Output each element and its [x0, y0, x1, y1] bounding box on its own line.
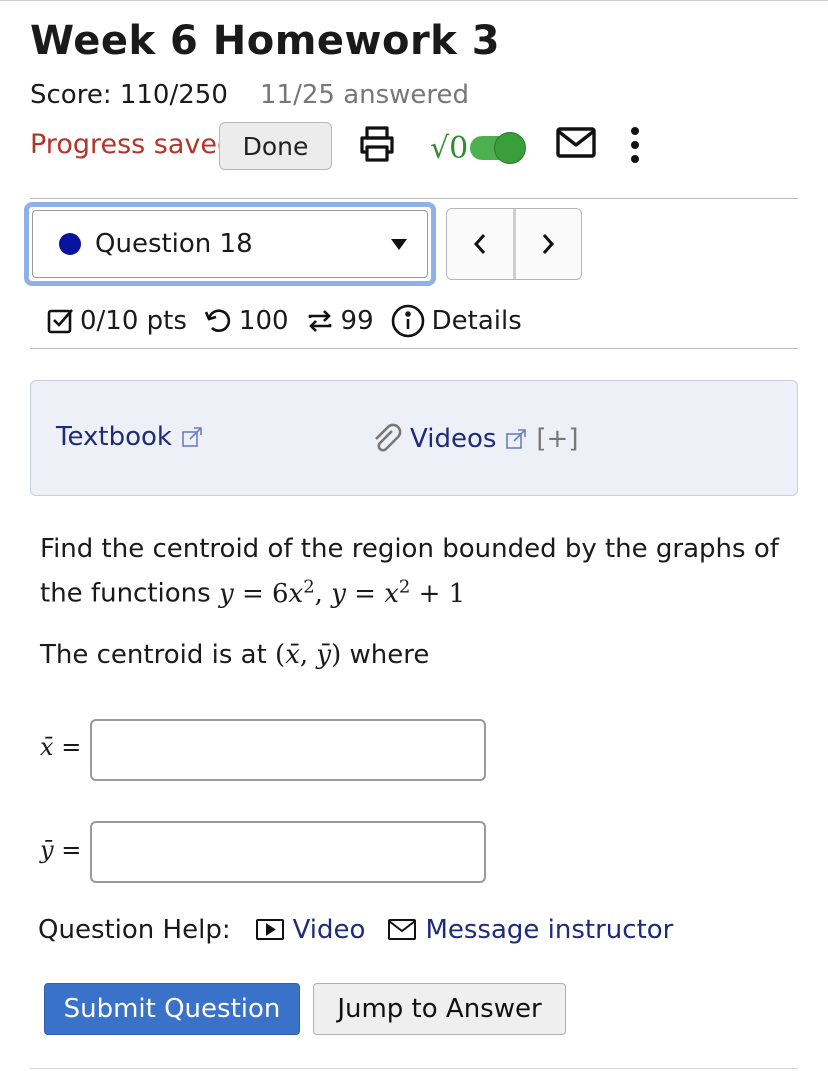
toggle-switch[interactable] [470, 132, 527, 164]
jump-to-answer-button[interactable]: Jump to Answer [313, 983, 566, 1035]
divider [30, 198, 798, 199]
external-link-icon [506, 429, 527, 449]
done-button[interactable]: Done [219, 122, 332, 170]
undo-icon [204, 309, 231, 333]
answered-count: 11/25 answered [260, 80, 470, 110]
retries-count: 100 [238, 306, 289, 336]
checkbox-icon [47, 309, 73, 334]
submit-question-button[interactable]: Submit Question [44, 983, 300, 1035]
divider [30, 348, 798, 349]
sqrt-icon: √0 [430, 130, 469, 166]
xbar-label: x̄ = [40, 733, 82, 761]
repeat-icon [308, 310, 331, 332]
caret-down-icon [391, 238, 407, 250]
expand-toggle[interactable]: [+] [536, 424, 578, 454]
points-text: 0/10 pts [80, 306, 187, 336]
question-meta: 0/10 pts 100 99 Details [46, 300, 538, 342]
details-link[interactable]: Details [390, 303, 522, 339]
paperclip-icon [375, 423, 402, 452]
bottom-divider [30, 1068, 798, 1069]
progress-status: Progress saved [30, 129, 235, 160]
attempts-count: 99 [340, 306, 374, 336]
video-help-link[interactable]: Video [255, 915, 365, 945]
centroid-coordinates: (x̄, ȳ) [275, 640, 342, 670]
question-help: Question Help: Video Message instructor [38, 910, 695, 950]
attempts-item: 99 [305, 306, 374, 336]
math-entry-toggle[interactable]: √0 [430, 124, 534, 172]
mail-icon[interactable] [555, 125, 597, 161]
points-item: 0/10 pts [46, 306, 187, 336]
print-icon[interactable] [357, 124, 397, 164]
next-question-button[interactable] [515, 209, 581, 279]
top-divider [0, 0, 828, 1]
message-instructor-link[interactable]: Message instructor [387, 915, 673, 945]
retries-item: 100 [203, 306, 289, 336]
more-options-icon[interactable] [620, 124, 650, 166]
question-text: Find the centroid of the region bounded … [40, 530, 800, 613]
videos-link[interactable]: Videos [410, 424, 528, 454]
question-nav-group [446, 208, 582, 280]
details-label: Details [431, 306, 522, 336]
external-link-icon [182, 427, 202, 447]
ybar-answer-input[interactable] [90, 821, 486, 883]
videos-label: Videos [410, 424, 497, 454]
mail-icon [388, 919, 417, 940]
previous-question-button[interactable] [447, 209, 516, 279]
centroid-statement: The centroid is at (x̄, ȳ) where [40, 640, 430, 670]
question-select[interactable]: Question 18 [24, 202, 436, 286]
textbook-link[interactable]: Textbook [56, 422, 204, 452]
question-line-2: the functions y = 6x2, y = x2 + 1 [40, 576, 466, 609]
resources-panel: Textbook Videos [+] [30, 380, 798, 496]
info-icon [391, 304, 424, 338]
xbar-answer-input[interactable] [90, 719, 486, 781]
ybar-label: ȳ = [40, 836, 82, 864]
math-expression: y = 6x2, y = x2 + 1 [218, 576, 466, 609]
textbook-label: Textbook [56, 422, 172, 452]
status-dot [59, 233, 81, 255]
question-help-label: Question Help: [38, 915, 231, 945]
question-line-1: Find the centroid of the region bounded … [40, 534, 779, 564]
toggle-knob [494, 132, 527, 164]
videos-group: Videos [+] [370, 422, 578, 456]
score-text: Score: 110/250 [30, 80, 228, 110]
assignment-title: Week 6 Homework 3 [30, 18, 501, 64]
video-icon [255, 919, 284, 940]
question-select-label: Question 18 [95, 229, 253, 259]
